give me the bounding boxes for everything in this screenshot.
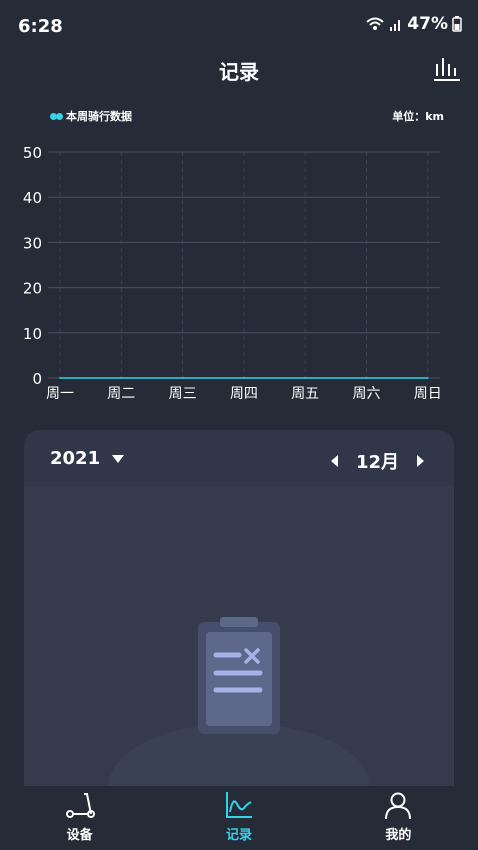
month-nav: 12月	[330, 448, 424, 474]
y-tick-label: 20	[23, 280, 42, 298]
data-point	[304, 377, 307, 379]
month-value: 12月	[355, 452, 399, 473]
y-tick-label: 30	[23, 234, 42, 252]
prev-month-icon[interactable]	[330, 455, 338, 467]
data-point	[120, 377, 123, 379]
battery-percent: 47%	[407, 14, 448, 34]
tab-device[interactable]: 设备	[0, 786, 159, 850]
chart-legend: 本周骑行数据	[50, 108, 132, 124]
status-icons: 47%	[365, 14, 462, 34]
y-tick-label: 0	[32, 370, 42, 388]
weekly-chart: 0 10 20 30 40 50 周一 周二 周三 周四 周五 周六 周日 本周骑行数据 单位：km	[0, 100, 478, 410]
scooter-icon	[65, 793, 95, 818]
bar-chart-icon[interactable]	[434, 56, 460, 82]
chart-line-icon	[225, 792, 252, 818]
wifi-icon	[366, 17, 384, 30]
x-tick-label: 周日	[414, 386, 442, 402]
status-bar: 6:28 47%	[0, 0, 478, 54]
data-point	[427, 377, 429, 379]
calendar-card: 2021 12月	[24, 430, 454, 790]
x-tick-label: 周六	[353, 386, 381, 402]
user-icon	[385, 792, 412, 820]
page-title: 记录	[219, 60, 259, 84]
x-tick-label: 周一	[46, 386, 74, 402]
calendar-header: 2021 12月	[24, 430, 454, 486]
y-tick-label: 10	[23, 325, 42, 343]
chart-svg: 0 10 20 30 40 50 周一 周二 周三 周四 周五 周六 周日	[23, 144, 442, 402]
data-point	[59, 377, 61, 379]
empty-state	[109, 617, 369, 790]
x-tick-label: 周四	[230, 386, 258, 402]
unit-label: 单位：km	[392, 110, 444, 123]
tab-label: 记录	[225, 828, 252, 843]
y-tick-label: 50	[23, 144, 42, 162]
empty-clipboard-icon	[198, 617, 280, 734]
data-point	[243, 377, 245, 379]
legend-marker-icon	[50, 112, 63, 120]
year-value: 2021	[50, 448, 101, 469]
tab-records[interactable]: 记录	[159, 786, 318, 850]
data-point	[365, 377, 368, 379]
bottom-tabbar: 设备 记录 我的	[0, 786, 478, 850]
tab-mine[interactable]: 我的	[319, 786, 478, 850]
signal-icon	[390, 20, 401, 31]
battery-icon	[452, 16, 462, 32]
header: 记录	[0, 54, 478, 88]
next-month-icon[interactable]	[417, 455, 424, 467]
legend-label: 本周骑行数据	[66, 110, 132, 123]
caret-down-icon	[112, 454, 125, 463]
x-tick-label: 周二	[107, 386, 135, 402]
data-point	[181, 377, 184, 379]
status-time: 6:28	[18, 16, 63, 37]
x-tick-label: 周五	[291, 386, 319, 402]
tab-label: 设备	[66, 828, 93, 843]
y-tick-label: 40	[23, 189, 42, 207]
x-tick-label: 周三	[169, 386, 197, 402]
tab-label: 我的	[385, 828, 412, 843]
year-dropdown[interactable]: 2021	[50, 448, 125, 469]
